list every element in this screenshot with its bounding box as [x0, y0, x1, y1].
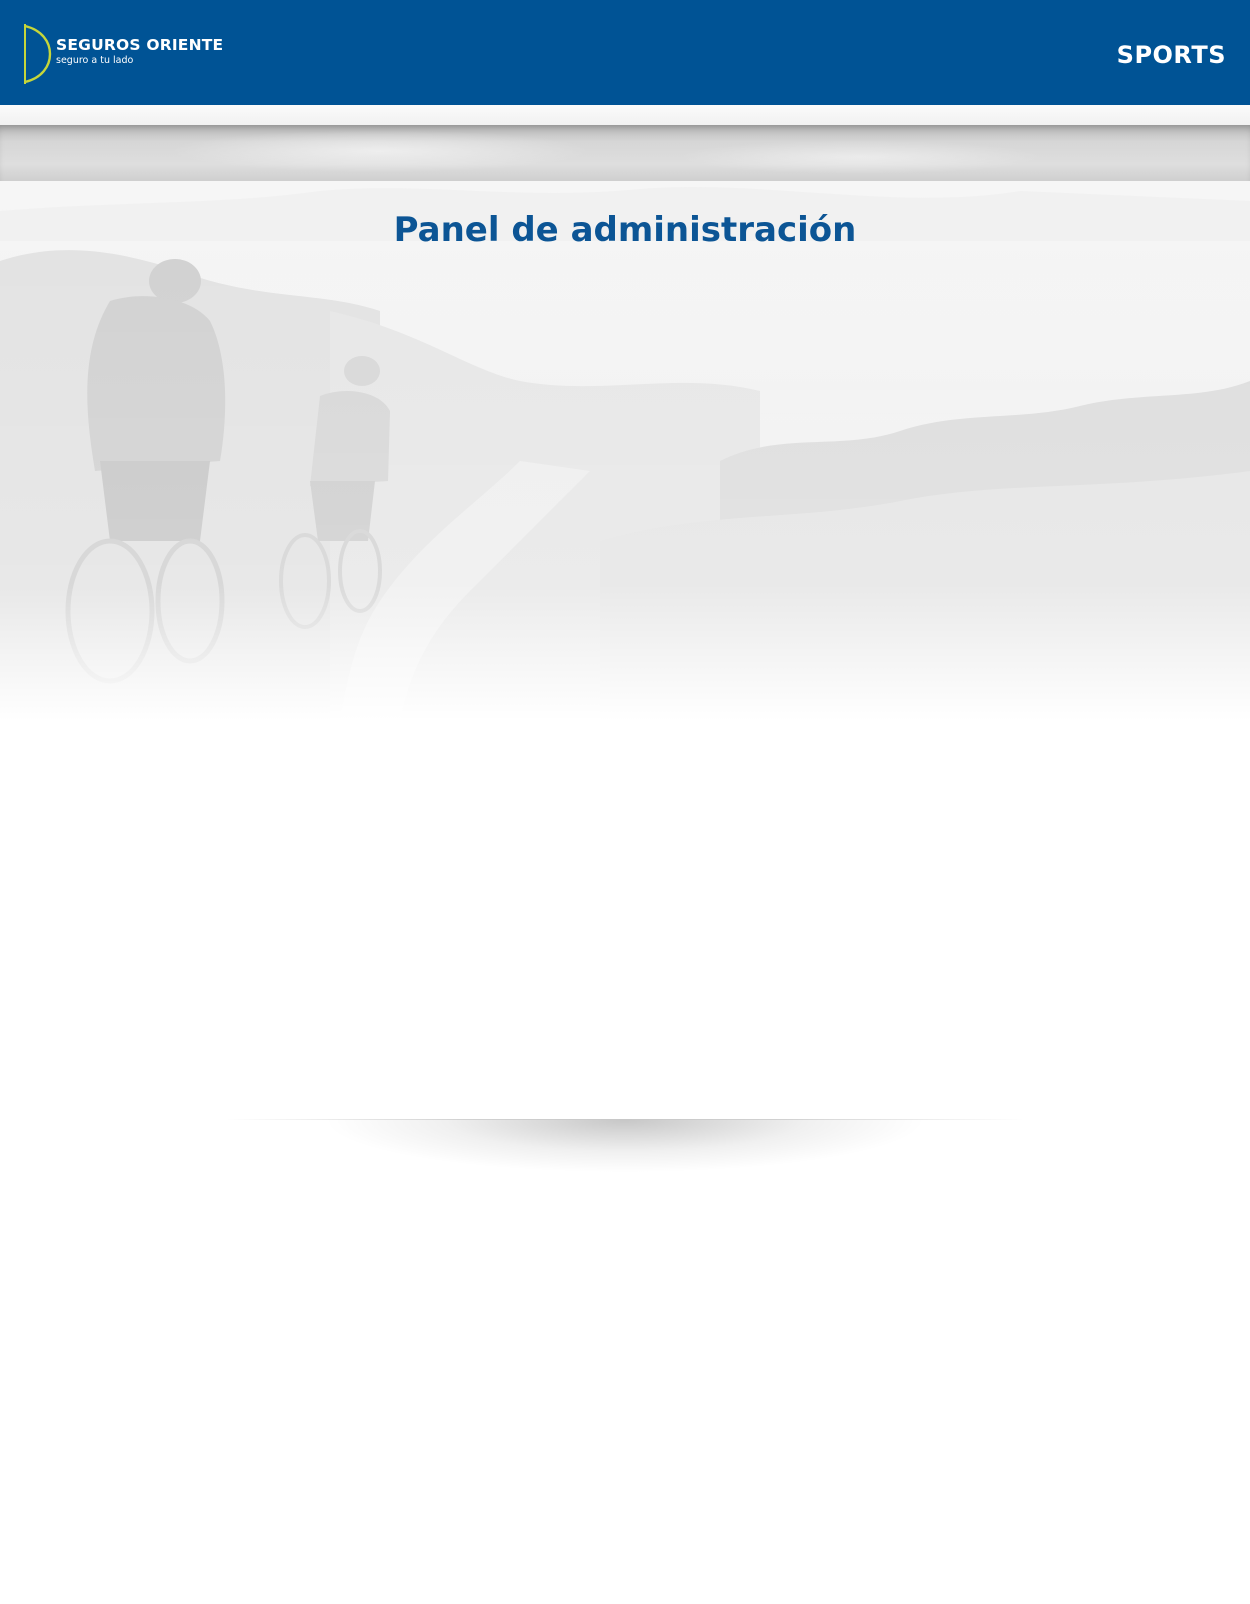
page: SEGUROS ORIENTE seguro a tu lado SPORTS: [0, 0, 1250, 1604]
content-shadow: [225, 1120, 1025, 1200]
hero-strip: [0, 125, 1250, 181]
brand-tagline: seguro a tu lado: [56, 55, 134, 66]
header-separator: [0, 105, 1250, 125]
site-header: SEGUROS ORIENTE seguro a tu lado SPORTS: [0, 0, 1250, 105]
seguros-oriente-logo-icon: [24, 24, 52, 84]
section-label: SPORTS: [1116, 41, 1226, 69]
brand-name: SEGUROS ORIENTE: [56, 36, 224, 54]
brand-logo-link[interactable]: SEGUROS ORIENTE seguro a tu lado: [22, 22, 223, 86]
background-landscape-image: [0, 181, 1250, 721]
page-title: Panel de administración: [393, 210, 857, 250]
